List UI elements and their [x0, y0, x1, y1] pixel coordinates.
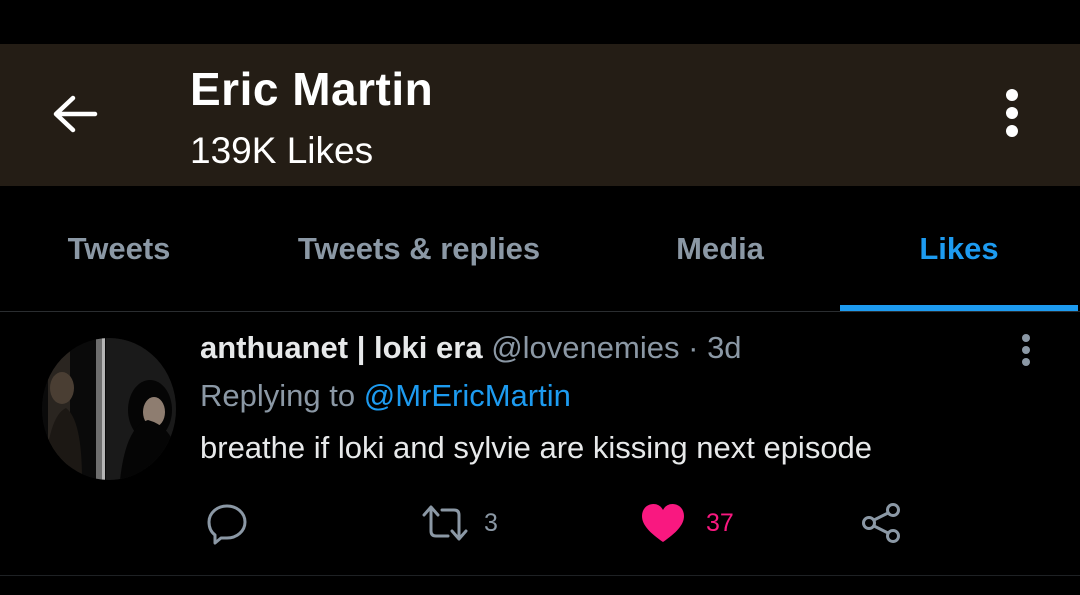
back-button[interactable]	[40, 84, 110, 144]
back-arrow-icon	[53, 95, 98, 133]
author-name[interactable]: anthuanet | loki era	[200, 330, 483, 365]
retweet-icon	[422, 505, 468, 541]
tweet-item[interactable]: anthuanet | loki era @lovenemies · 3d Re…	[0, 312, 1080, 576]
author-handle[interactable]: @lovenemies	[491, 330, 679, 365]
tab-media[interactable]: Media	[600, 186, 840, 311]
share-icon	[862, 503, 900, 543]
retweet-count: 3	[484, 508, 498, 537]
replying-to: Replying to @MrEricMartin	[200, 378, 571, 414]
avatar-image	[42, 338, 176, 480]
active-tab-indicator	[840, 305, 1078, 311]
heart-icon	[642, 504, 684, 542]
tab-tweets-and-replies[interactable]: Tweets & replies	[240, 186, 598, 311]
page-title: Eric Martin	[190, 63, 434, 115]
tweet-age[interactable]: 3d	[707, 330, 741, 365]
more-vertical-icon	[1006, 89, 1018, 137]
reply-icon	[207, 504, 247, 545]
tweet-text: breathe if loki and sylvie are kissing n…	[200, 430, 873, 465]
reply-button[interactable]	[205, 500, 249, 546]
tweet-header: anthuanet | loki era @lovenemies · 3d	[200, 330, 742, 366]
tab-tweets[interactable]: Tweets	[0, 186, 238, 311]
retweet-button[interactable]: 3	[420, 500, 498, 546]
tweet-more-button[interactable]	[1010, 330, 1042, 370]
share-button[interactable]	[860, 500, 902, 546]
more-options-button[interactable]	[990, 82, 1034, 144]
like-count: 37	[706, 508, 734, 537]
like-button[interactable]: 37	[640, 500, 734, 546]
tab-likes[interactable]: Likes	[840, 186, 1078, 311]
status-bar	[0, 0, 1080, 44]
separator-dot: ·	[688, 330, 699, 365]
likes-count: 139K Likes	[190, 130, 374, 171]
profile-tabs: Tweets Tweets & replies Media Likes	[0, 186, 1080, 312]
replying-prefix: Replying to	[200, 378, 356, 413]
replying-handle[interactable]: @MrEricMartin	[364, 378, 571, 413]
more-vertical-icon	[1022, 334, 1030, 366]
profile-header: Eric Martin 139K Likes	[0, 44, 1080, 186]
avatar[interactable]	[42, 338, 176, 480]
